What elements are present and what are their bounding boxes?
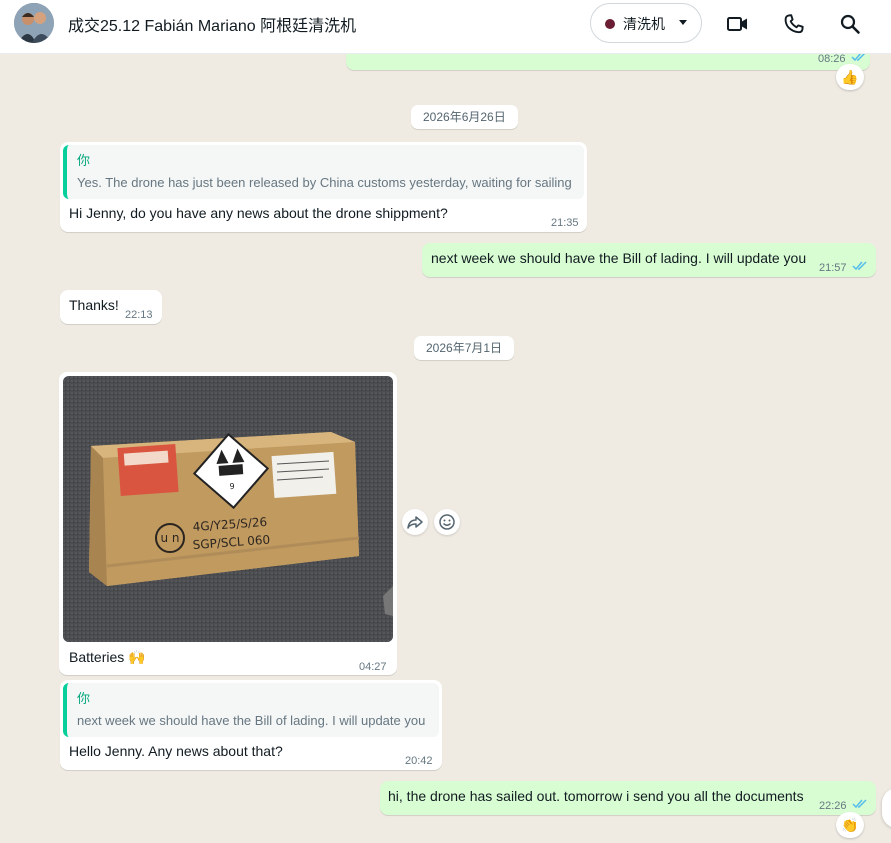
quote-author: 你 <box>77 691 91 706</box>
image-attachment[interactable]: 9 u n 4G/Y25/S/26 SGP/SCL 060 <box>63 376 393 642</box>
message-time: 21:57 <box>819 262 847 274</box>
quote-text: next week we should have the Bill of lad… <box>77 713 426 728</box>
message-text: next week we should have the Bill of lad… <box>431 250 807 266</box>
message-reaction[interactable]: 👏 <box>836 812 864 838</box>
message-list[interactable]: 08:26 👍 2026年6月26日 你 Yes. The drone has … <box>0 54 891 843</box>
label-name: 清洗机 <box>623 16 665 32</box>
search-icon[interactable] <box>838 12 862 36</box>
label-color-dot <box>605 19 615 29</box>
message-reaction[interactable]: 👍 <box>836 64 864 90</box>
message-time: 21:35 <box>551 217 579 229</box>
message-incoming[interactable]: Thanks! 22:13 <box>60 290 162 324</box>
quoted-message[interactable]: 你 Yes. The drone has just been released … <box>63 145 584 199</box>
message-text: hi, the drone has sailed out. tomorrow i… <box>388 788 804 804</box>
scroll-to-bottom-button[interactable] <box>882 788 891 828</box>
message-time: 22:13 <box>125 309 153 321</box>
svg-text:9: 9 <box>229 482 235 491</box>
video-call-icon[interactable] <box>726 12 750 36</box>
forward-icon <box>407 516 423 529</box>
emoji-icon <box>439 514 455 530</box>
message-text: Thanks! <box>69 297 119 313</box>
contact-avatar[interactable] <box>14 3 54 43</box>
image-caption: Batteries 🙌 <box>69 649 146 665</box>
voice-call-icon[interactable] <box>782 12 806 36</box>
read-ticks-icon <box>852 798 868 809</box>
chat-header: 成交25.12 Fabián Mariano 阿根廷清洗机 清洗机 <box>0 0 891 54</box>
date-separator: 2026年6月26日 <box>411 105 518 129</box>
message-incoming[interactable]: 你 Yes. The drone has just been released … <box>60 142 587 232</box>
message-outgoing[interactable]: hi, the drone has sailed out. tomorrow i… <box>380 781 876 815</box>
message-text: Hello Jenny. Any news about that? <box>69 743 283 759</box>
message-outgoing[interactable]: next week we should have the Bill of lad… <box>422 243 876 277</box>
message-incoming-image[interactable]: 9 u n 4G/Y25/S/26 SGP/SCL 060 Batteries … <box>59 372 397 675</box>
chevron-down-icon <box>679 20 687 25</box>
forward-button[interactable] <box>402 509 428 535</box>
label-dropdown[interactable]: 清洗机 <box>590 3 702 43</box>
message-time: 20:42 <box>405 755 433 767</box>
date-separator: 2026年7月1日 <box>414 336 515 360</box>
react-button[interactable] <box>434 509 460 535</box>
quote-author: 你 <box>77 153 91 168</box>
quote-text: Yes. The drone has just been released by… <box>77 175 572 190</box>
message-outgoing[interactable]: 08:26 <box>346 54 870 70</box>
message-time: 04:27 <box>359 661 387 673</box>
quoted-message[interactable]: 你 next week we should have the Bill of l… <box>63 683 439 737</box>
un-mark: u n <box>160 531 179 545</box>
read-ticks-icon <box>851 54 867 62</box>
message-incoming[interactable]: 你 next week we should have the Bill of l… <box>60 680 442 770</box>
read-ticks-icon <box>852 260 868 271</box>
chat-title[interactable]: 成交25.12 Fabián Mariano 阿根廷清洗机 <box>68 12 356 36</box>
message-text: Hi Jenny, do you have any news about the… <box>69 205 448 221</box>
